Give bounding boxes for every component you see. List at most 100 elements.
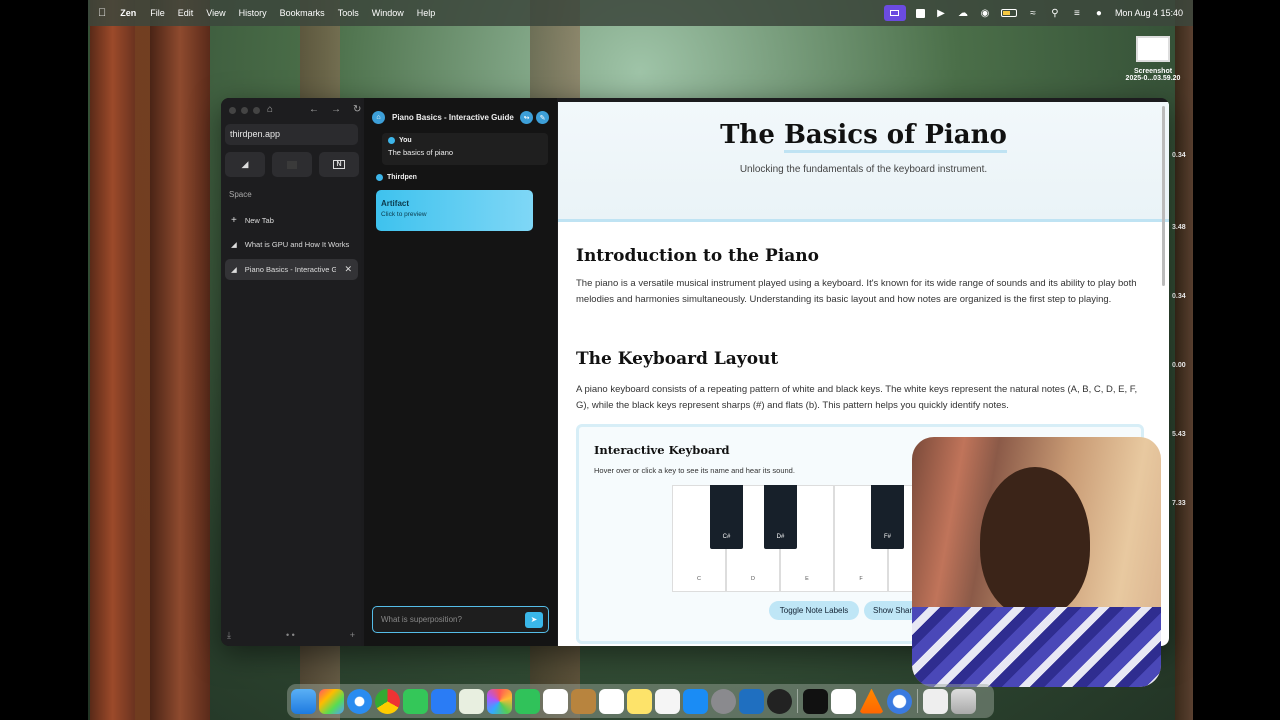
close-window-button[interactable] [229, 107, 236, 114]
downloads-icon[interactable]: ⤓ [227, 630, 231, 641]
menu-window[interactable]: Window [372, 8, 404, 18]
screen-recorder-icon[interactable] [883, 5, 906, 21]
menu-help[interactable]: Help [417, 8, 436, 18]
terminal-icon[interactable] [803, 688, 828, 714]
home-icon[interactable]: ⌂ [372, 111, 385, 124]
menu-bookmarks[interactable]: Bookmarks [280, 8, 325, 18]
minimize-window-button[interactable] [241, 107, 248, 114]
back-arrow-icon[interactable]: ← [309, 104, 319, 115]
search-icon[interactable]: ⚲ [1049, 8, 1061, 18]
notes-icon[interactable] [627, 688, 652, 714]
webcam-person-face [980, 467, 1090, 617]
clock[interactable]: Mon Aug 4 15:40 [1115, 8, 1183, 18]
user-name: You [399, 137, 412, 144]
intro-paragraph: The piano is a versatile musical instrum… [576, 278, 1137, 305]
finder-icon[interactable] [291, 688, 316, 714]
control-center-icon[interactable]: ≡ [1071, 8, 1083, 18]
plus-icon: + [231, 215, 237, 226]
user-message-text: The basics of piano [388, 148, 454, 157]
apple-icon[interactable]:  [98, 7, 106, 19]
safari-icon[interactable] [347, 688, 372, 714]
workspace-dots-icon[interactable]: • • [286, 630, 295, 641]
scrollbar[interactable] [1162, 106, 1165, 286]
freeform-icon[interactable] [655, 688, 680, 714]
menu-edit[interactable]: Edit [178, 8, 194, 18]
blank-tab-icon [287, 160, 297, 169]
share-icon[interactable]: ↬ [520, 111, 533, 124]
media-icon[interactable]: ▶ [935, 8, 947, 18]
key-label: C# [722, 534, 731, 540]
menu-tools[interactable]: Tools [338, 8, 359, 18]
toggle-note-labels-button[interactable]: Toggle Note Labels [769, 601, 859, 620]
bot-avatar [376, 174, 383, 181]
keyboard-hint: Hover over or click a key to see its nam… [594, 466, 795, 475]
menu-history[interactable]: History [239, 8, 267, 18]
file-label-line2: 2025-0...03.59.20 [1125, 75, 1181, 82]
tab-piano-basics[interactable]: ◢ Piano Basics - Interactive Guide ✕ [225, 259, 358, 280]
side-number: 5.43 [1172, 431, 1186, 438]
calendar-icon[interactable] [543, 688, 568, 714]
reminders-icon[interactable] [599, 688, 624, 714]
menu-app-name[interactable]: Zen [120, 8, 136, 18]
page-title: The Basics of Piano [558, 120, 1169, 153]
reload-icon[interactable]: ↻ [353, 104, 361, 115]
maps-icon[interactable] [459, 688, 484, 714]
mail-icon[interactable] [431, 688, 456, 714]
desktop-screenshot-file[interactable]: Screenshot 2025-0...03.59.20 [1120, 36, 1186, 82]
chat-input[interactable]: What is superposition? ➤ [372, 606, 549, 633]
dock-separator [797, 689, 798, 713]
black-key-d-sharp[interactable]: D# [764, 485, 797, 549]
facetime-icon[interactable] [515, 688, 540, 714]
title-plain: The [720, 120, 784, 150]
close-tab-icon[interactable]: ✕ [344, 264, 352, 275]
url-bar[interactable]: thirdpen.app [225, 124, 358, 145]
siri-icon[interactable]: ● [1093, 8, 1105, 18]
artifact-card[interactable]: Artifact Click to preview [376, 190, 533, 231]
photos-icon[interactable] [487, 688, 512, 714]
webcam-overlay [912, 437, 1161, 687]
chrome-icon[interactable] [375, 688, 400, 714]
vscode-icon[interactable] [739, 688, 764, 714]
artifact-subtitle: Click to preview [381, 211, 427, 218]
app-store-icon[interactable] [683, 688, 708, 714]
home-icon[interactable]: ⌂ [267, 104, 273, 115]
play-circle-icon[interactable]: ◉ [979, 8, 991, 18]
zen-browser-icon[interactable] [887, 688, 912, 714]
launchpad-icon[interactable] [319, 688, 344, 714]
pinned-tab-blank[interactable] [272, 152, 312, 177]
new-chat-icon[interactable]: ✎ [536, 111, 549, 124]
vlc-icon[interactable] [859, 688, 884, 714]
messages-icon[interactable] [403, 688, 428, 714]
pinned-tab-thirdpen[interactable]: ◢ [225, 152, 265, 177]
battery-icon[interactable] [1000, 9, 1017, 17]
side-number: 0.00 [1172, 362, 1186, 369]
zoom-window-button[interactable] [253, 107, 260, 114]
pinned-tabs: ◢ N [225, 152, 359, 177]
pinned-tab-notion[interactable]: N [319, 152, 359, 177]
system-settings-icon[interactable] [711, 688, 736, 714]
menu-file[interactable]: File [150, 8, 165, 18]
chat-panel: ⌂ Piano Basics - Interactive Guide ↬ ✎ Y… [364, 98, 557, 646]
black-key-f-sharp[interactable]: F# [871, 485, 904, 549]
document-icon[interactable] [923, 688, 948, 714]
slack-icon[interactable] [831, 688, 856, 714]
black-key-c-sharp[interactable]: C# [710, 485, 743, 549]
tree-trunk [150, 0, 210, 720]
cloud-icon[interactable]: ☁ [957, 8, 969, 18]
stop-icon[interactable] [915, 8, 925, 18]
menu-view[interactable]: View [206, 8, 225, 18]
window-controls [229, 107, 260, 114]
send-icon[interactable]: ➤ [525, 611, 543, 628]
add-icon[interactable]: + [350, 630, 355, 641]
key-label: F# [883, 534, 891, 540]
wifi-icon[interactable]: ≈ [1027, 8, 1039, 18]
trash-icon[interactable] [951, 688, 976, 714]
browser-sidebar: ⌂ ← → ↻ thirdpen.app ◢ N Space + New Tab… [221, 98, 361, 646]
tab-gpu[interactable]: ◢ What is GPU and How It Works [225, 234, 358, 255]
keyboard-heading: Interactive Keyboard [594, 443, 730, 457]
contacts-icon[interactable] [571, 688, 596, 714]
new-tab-button[interactable]: + New Tab [225, 210, 358, 231]
forward-arrow-icon[interactable]: → [331, 104, 341, 115]
thirdpen-icon: ◢ [231, 265, 237, 274]
chatgpt-icon[interactable] [767, 688, 792, 714]
